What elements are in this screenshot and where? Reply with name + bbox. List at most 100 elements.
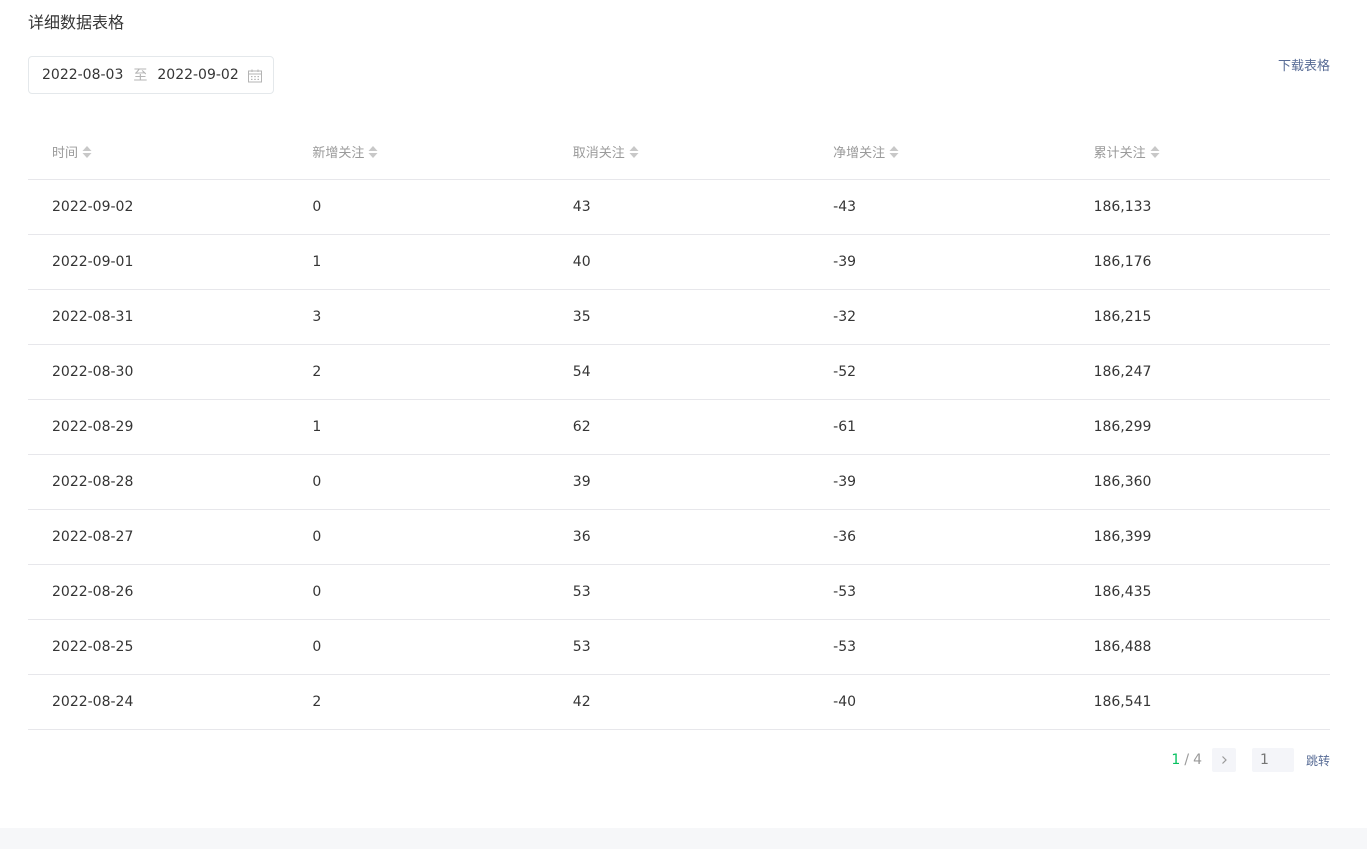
cell-new-follows: 1 <box>288 234 549 290</box>
table-body: 2022-09-02 0 43 -43 186,133 2022-09-01 1 40 -39 1… <box>28 179 1330 730</box>
cell-time: 2022-08-29 <box>28 399 289 455</box>
sortable-header[interactable]: 取消关注 <box>573 142 639 161</box>
cell-unfollows: 54 <box>548 344 810 400</box>
table-header-row: 时间 新增关注 取消关注 净增关注 累计关注 <box>28 125 1330 180</box>
date-separator: 至 <box>133 68 148 84</box>
column-header-label: 净增关注 <box>833 146 886 162</box>
cell-time: 2022-08-25 <box>28 619 289 675</box>
data-table: 时间 新增关注 取消关注 净增关注 累计关注 2022-09-02 0 43 -43 186,1… <box>28 125 1330 730</box>
start-date[interactable]: 2022-08-03 <box>42 67 123 83</box>
table-row: 2022-08-31 3 35 -32 186,215 <box>28 289 1330 345</box>
sort-icon[interactable] <box>82 145 92 159</box>
cell-total-follows: 186,360 <box>1069 454 1330 510</box>
pagination: 1 / 4 跳转 <box>1171 748 1330 772</box>
cell-unfollows: 62 <box>548 399 810 455</box>
cell-unfollows: 42 <box>548 674 810 730</box>
next-page-button[interactable] <box>1211 748 1236 772</box>
cell-net-follows: -61 <box>809 399 1070 455</box>
section-title: 详细数据表格 <box>28 13 125 32</box>
sortable-header[interactable]: 累计关注 <box>1094 142 1160 161</box>
cell-total-follows: 186,215 <box>1069 289 1330 345</box>
cell-new-follows: 0 <box>288 619 549 675</box>
table-row: 2022-08-28 0 39 -39 186,360 <box>28 454 1330 510</box>
column-header-label: 新增关注 <box>312 146 365 162</box>
sortable-header[interactable]: 新增关注 <box>312 142 378 161</box>
table-row: 2022-09-02 0 43 -43 186,133 <box>28 179 1330 235</box>
cell-time: 2022-09-02 <box>28 179 289 235</box>
cell-time: 2022-08-27 <box>28 509 289 565</box>
cell-total-follows: 186,399 <box>1069 509 1330 565</box>
chevron-right-icon <box>1222 756 1227 764</box>
column-header-total-follows[interactable]: 累计关注 <box>1069 125 1330 180</box>
page-separator: / <box>1184 752 1190 768</box>
page: 详细数据表格 2022-08-03 至 2022-09-02 下载表格 时间 新增… <box>0 0 1367 849</box>
cell-new-follows: 0 <box>288 454 549 510</box>
cell-net-follows: -39 <box>809 454 1070 510</box>
total-pages: 4 <box>1193 752 1202 768</box>
cell-total-follows: 186,176 <box>1069 234 1330 290</box>
table-row: 2022-08-25 0 53 -53 186,488 <box>28 619 1330 675</box>
sort-icon[interactable] <box>889 145 899 159</box>
sort-icon[interactable] <box>1150 145 1160 159</box>
download-table-link[interactable]: 下载表格 <box>1278 58 1330 76</box>
table-row: 2022-08-27 0 36 -36 186,399 <box>28 509 1330 565</box>
cell-total-follows: 186,488 <box>1069 619 1330 675</box>
column-header-time[interactable]: 时间 <box>28 125 289 180</box>
table-row: 2022-08-24 2 42 -40 186,541 <box>28 674 1330 730</box>
end-date[interactable]: 2022-09-02 <box>157 67 238 83</box>
cell-new-follows: 3 <box>288 289 549 345</box>
cell-net-follows: -36 <box>809 509 1070 565</box>
table-row: 2022-08-26 0 53 -53 186,435 <box>28 564 1330 620</box>
cell-time: 2022-08-28 <box>28 454 289 510</box>
cell-total-follows: 186,247 <box>1069 344 1330 400</box>
cell-net-follows: -52 <box>809 344 1070 400</box>
cell-new-follows: 1 <box>288 399 549 455</box>
sort-icon[interactable] <box>368 145 378 159</box>
sort-icon[interactable] <box>629 145 639 159</box>
cell-net-follows: -53 <box>809 564 1070 620</box>
cell-net-follows: -40 <box>809 674 1070 730</box>
cell-total-follows: 186,133 <box>1069 179 1330 235</box>
cell-unfollows: 40 <box>548 234 810 290</box>
cell-total-follows: 186,299 <box>1069 399 1330 455</box>
cell-time: 2022-09-01 <box>28 234 289 290</box>
cell-new-follows: 2 <box>288 344 549 400</box>
column-header-new-follows[interactable]: 新增关注 <box>288 125 549 180</box>
column-header-label: 累计关注 <box>1093 146 1146 162</box>
date-range-picker[interactable]: 2022-08-03 至 2022-09-02 <box>28 56 274 94</box>
cell-time: 2022-08-30 <box>28 344 289 400</box>
cell-new-follows: 0 <box>288 179 549 235</box>
cell-unfollows: 39 <box>548 454 810 510</box>
cell-new-follows: 0 <box>288 509 549 565</box>
column-header-label: 时间 <box>52 146 79 162</box>
table-row: 2022-08-29 1 62 -61 186,299 <box>28 399 1330 455</box>
cell-time: 2022-08-31 <box>28 289 289 345</box>
cell-net-follows: -32 <box>809 289 1070 345</box>
cell-unfollows: 53 <box>548 564 810 620</box>
sortable-header[interactable]: 时间 <box>52 142 92 161</box>
footer-band <box>0 828 1367 849</box>
table-row: 2022-08-30 2 54 -52 186,247 <box>28 344 1330 400</box>
cell-time: 2022-08-24 <box>28 674 289 730</box>
cell-total-follows: 186,541 <box>1069 674 1330 730</box>
table-row: 2022-09-01 1 40 -39 186,176 <box>28 234 1330 290</box>
cell-time: 2022-08-26 <box>28 564 289 620</box>
current-page: 1 <box>1171 752 1181 768</box>
calendar-icon[interactable] <box>247 68 263 84</box>
cell-net-follows: -43 <box>809 179 1070 235</box>
cell-unfollows: 43 <box>548 179 810 235</box>
cell-new-follows: 2 <box>288 674 549 730</box>
column-header-unfollows[interactable]: 取消关注 <box>548 125 810 180</box>
page-jump-button[interactable]: 跳转 <box>1306 752 1330 769</box>
cell-net-follows: -39 <box>809 234 1070 290</box>
cell-unfollows: 36 <box>548 509 810 565</box>
cell-unfollows: 35 <box>548 289 810 345</box>
cell-total-follows: 186,435 <box>1069 564 1330 620</box>
cell-new-follows: 0 <box>288 564 549 620</box>
page-jump-input[interactable] <box>1251 748 1294 772</box>
column-header-label: 取消关注 <box>572 146 625 162</box>
cell-unfollows: 53 <box>548 619 810 675</box>
column-header-net-follows[interactable]: 净增关注 <box>809 125 1070 180</box>
sortable-header[interactable]: 净增关注 <box>833 142 899 161</box>
cell-net-follows: -53 <box>809 619 1070 675</box>
